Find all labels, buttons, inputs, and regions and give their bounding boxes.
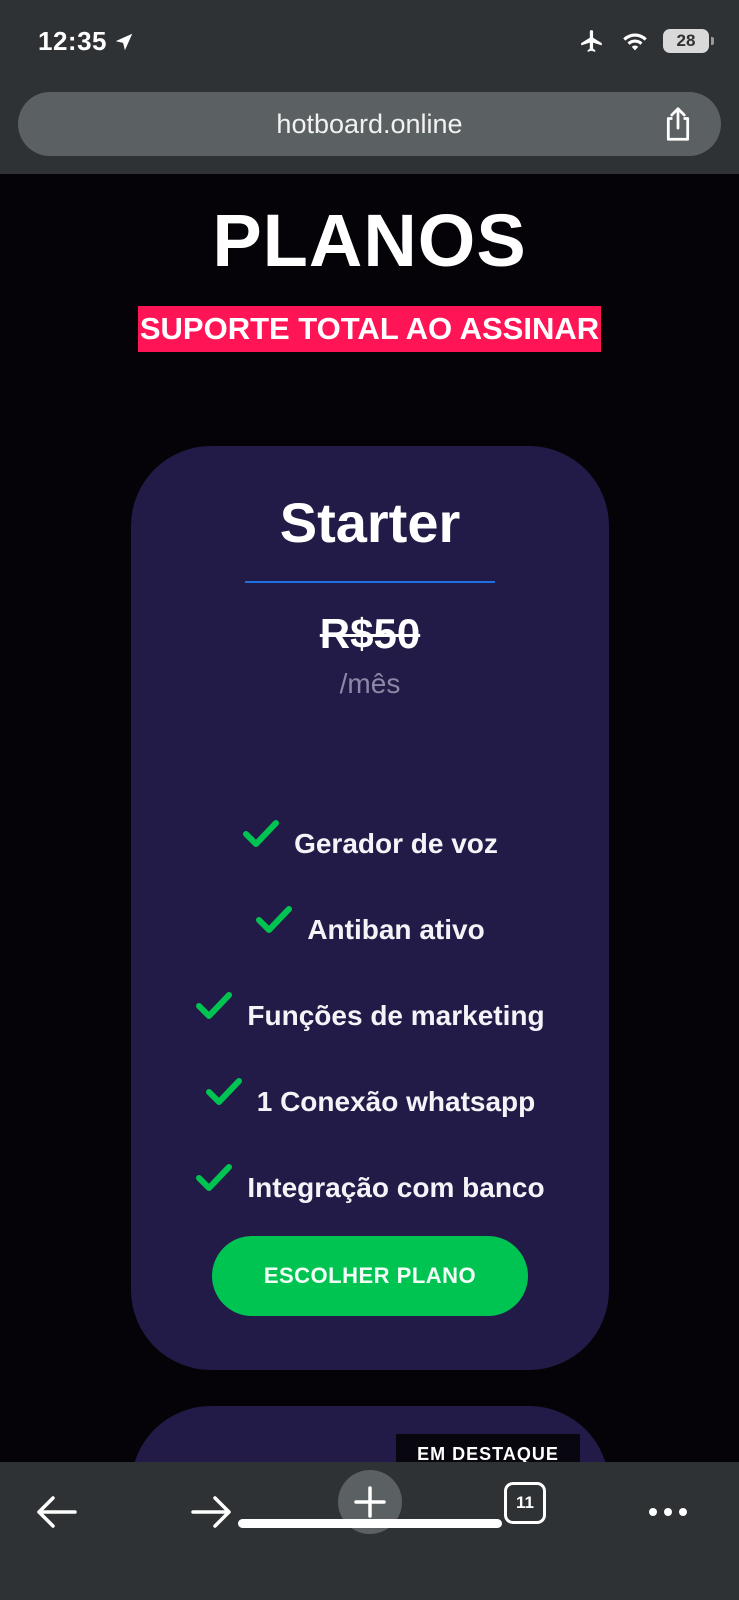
tab-count-label: 11 [516,1493,534,1512]
plan-price-period: /mês [339,668,401,699]
location-arrow-icon [115,33,133,50]
plan-price-old: R$50 [319,610,421,657]
battery-level: 28 [676,31,696,50]
feature-item: 1 Conexão whatsapp [131,1059,609,1145]
forward-button[interactable] [190,1482,234,1542]
feature-label: 1 Conexão whatsapp [256,1086,536,1117]
url-bar[interactable]: hotboard.online [18,92,721,156]
status-time: 12:35 [38,26,135,57]
feature-item: Integração com banco [131,1145,609,1231]
more-button[interactable] [646,1482,690,1542]
browser-top-chrome: 12:35 28 hotboard.online [0,0,739,174]
arrow-right-icon [191,1496,231,1528]
check-icon [205,1078,242,1105]
featured-badge: EM DESTAQUE [396,1434,580,1462]
subheadline-banner: SUPORTE TOTAL AO ASSINAR [137,306,602,352]
check-icon [196,1164,233,1191]
browser-toolbar: 11 [0,1462,739,1600]
page-title: PLANOS [212,199,527,282]
battery-indicator: 28 [663,29,714,53]
arrow-left-icon [37,1496,77,1528]
feature-label: Antiban ativo [307,914,485,945]
web-page: PLANOS SUPORTE TOTAL AO ASSINAR Starter … [0,174,739,1462]
feature-list: Gerador de voz Antiban ativo Funções de … [131,801,609,1231]
plan-divider [245,581,495,583]
status-icons: 28 [577,28,714,54]
check-icon [243,820,280,847]
plus-icon [354,1486,386,1518]
feature-item: Funções de marketing [131,973,609,1059]
choose-plan-button[interactable]: ESCOLHER PLANO [212,1236,528,1316]
back-button[interactable] [34,1482,78,1542]
feature-item: Gerador de voz [131,801,609,887]
wifi-icon [623,33,647,51]
subheadline-wrap: SUPORTE TOTAL AO ASSINAR [0,306,739,352]
check-icon [256,906,293,933]
feature-label: Funções de marketing [247,1000,545,1031]
plan-name: Starter [279,491,461,554]
more-icon [649,1508,687,1516]
home-indicator [238,1519,502,1528]
check-icon [196,992,233,1019]
feature-label: Gerador de voz [294,828,498,859]
feature-item: Antiban ativo [131,887,609,973]
status-time-text: 12:35 [38,26,107,56]
tabs-icon[interactable]: 11 [504,1482,546,1524]
feature-label: Integração com banco [247,1172,545,1203]
url-text[interactable]: hotboard.online [18,92,721,156]
share-icon[interactable] [661,106,695,142]
airplane-icon [581,30,602,52]
plan-card-starter: Starter R$50 /mês Gerador de voz Antiban… [131,446,609,1370]
